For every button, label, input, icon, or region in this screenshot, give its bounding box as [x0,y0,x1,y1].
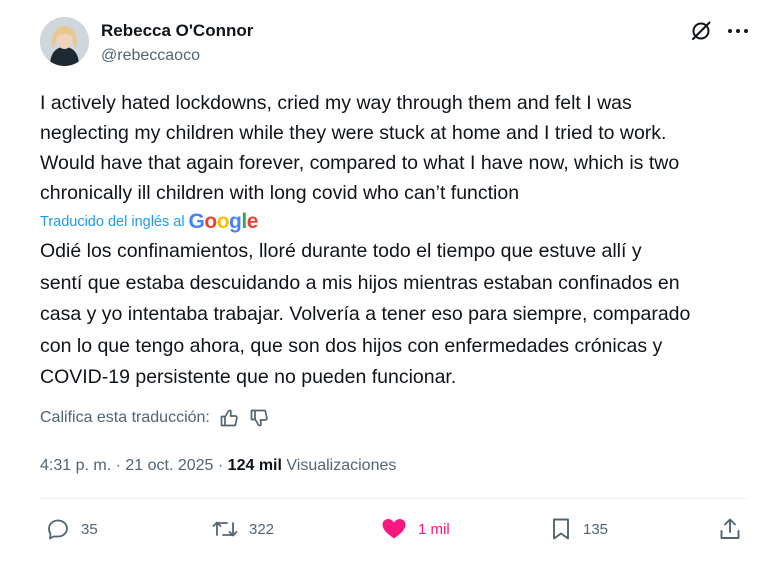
thumbs-up-icon[interactable] [218,407,240,429]
repost-count: 322 [249,520,275,538]
tweet-date[interactable]: 21 oct. 2025 [125,457,213,475]
like-count: 1 mil [418,520,450,538]
repost-icon [212,521,238,537]
rate-translation: Califica esta traducción: [40,406,270,430]
share-button[interactable] [718,510,742,548]
bookmark-button[interactable]: 135 [550,510,608,548]
repost-button[interactable]: 322 [212,510,274,548]
heart-icon [382,519,406,539]
views-count: 124 mil [227,457,282,474]
translation-attribution: Traducido del inglés al Google [40,210,258,234]
tweet-original-text: I actively hated lockdowns, cried my way… [40,92,680,204]
like-button[interactable]: 1 mil [381,510,450,548]
more-options-icon[interactable] [725,20,751,42]
translated-label[interactable]: Traducido del inglés al [40,214,185,230]
tweet-header: Rebecca O'Connor @rebeccaoco [40,17,752,69]
reply-count: 35 [81,520,98,538]
action-bar: 35 322 1 mil 135 [40,510,752,548]
tweet-translation-text: Odié los confinamientos, lloré durante t… [40,240,691,388]
share-icon [720,518,740,539]
divider [40,498,748,499]
rate-translation-label: Califica esta traducción: [40,409,210,426]
reply-icon [48,519,68,540]
bookmark-count: 135 [583,520,609,538]
meta-separator: · [111,457,126,474]
author-handle[interactable]: @rebeccaoco [101,46,253,66]
google-logo: Google [188,210,259,233]
reply-button[interactable]: 35 [46,510,98,548]
bookmark-icon [553,518,569,540]
author-names: Rebecca O'Connor @rebeccaoco [101,21,253,66]
thumbs-down-icon[interactable] [248,407,270,429]
profile-photo-icon [40,17,89,66]
tweet-time[interactable]: 4:31 p. m. [40,457,111,475]
author-display-name[interactable]: Rebecca O'Connor [101,21,253,41]
tweet-meta: 4:31 p. m. · 21 oct. 2025 · 124 mil Visu… [40,454,396,478]
avatar[interactable] [40,17,89,66]
views-label: Visualizaciones [281,457,397,474]
meta-separator: · [213,457,228,474]
grok-icon[interactable] [690,20,712,42]
